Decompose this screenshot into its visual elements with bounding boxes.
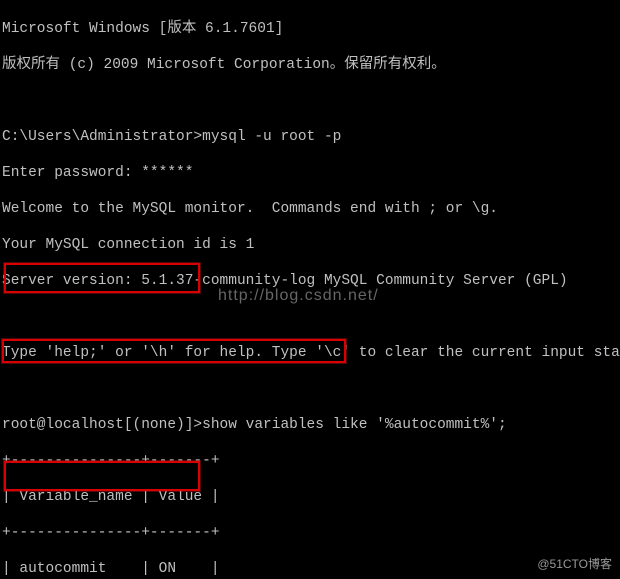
table-header: | Variable_name | Value | [2, 488, 618, 506]
server-version-line: Server version: 5.1.37-community-log MyS… [2, 272, 618, 290]
password-line: Enter password: ****** [2, 164, 618, 182]
terminal-window[interactable]: Microsoft Windows [版本 6.1.7601] 版权所有 (c)… [0, 0, 620, 579]
mysql-invoke: C:\Users\Administrator>mysql -u root -p [2, 128, 618, 146]
conn-id-line: Your MySQL connection id is 1 [2, 236, 618, 254]
table-border: +---------------+-------+ [2, 452, 618, 470]
blank [2, 308, 618, 326]
os-banner-line1: Microsoft Windows [版本 6.1.7601] [2, 20, 618, 38]
help-line: Type 'help;' or '\h' for help. Type '\c'… [2, 344, 618, 362]
table-border: +---------------+-------+ [2, 524, 618, 542]
table-row: | autocommit | ON | [2, 560, 618, 578]
blank [2, 380, 618, 398]
welcome-line: Welcome to the MySQL monitor. Commands e… [2, 200, 618, 218]
blank [2, 92, 618, 110]
os-banner-line2: 版权所有 (c) 2009 Microsoft Corporation。保留所有… [2, 56, 618, 74]
query1-prompt: root@localhost[(none)]>show variables li… [2, 416, 618, 434]
